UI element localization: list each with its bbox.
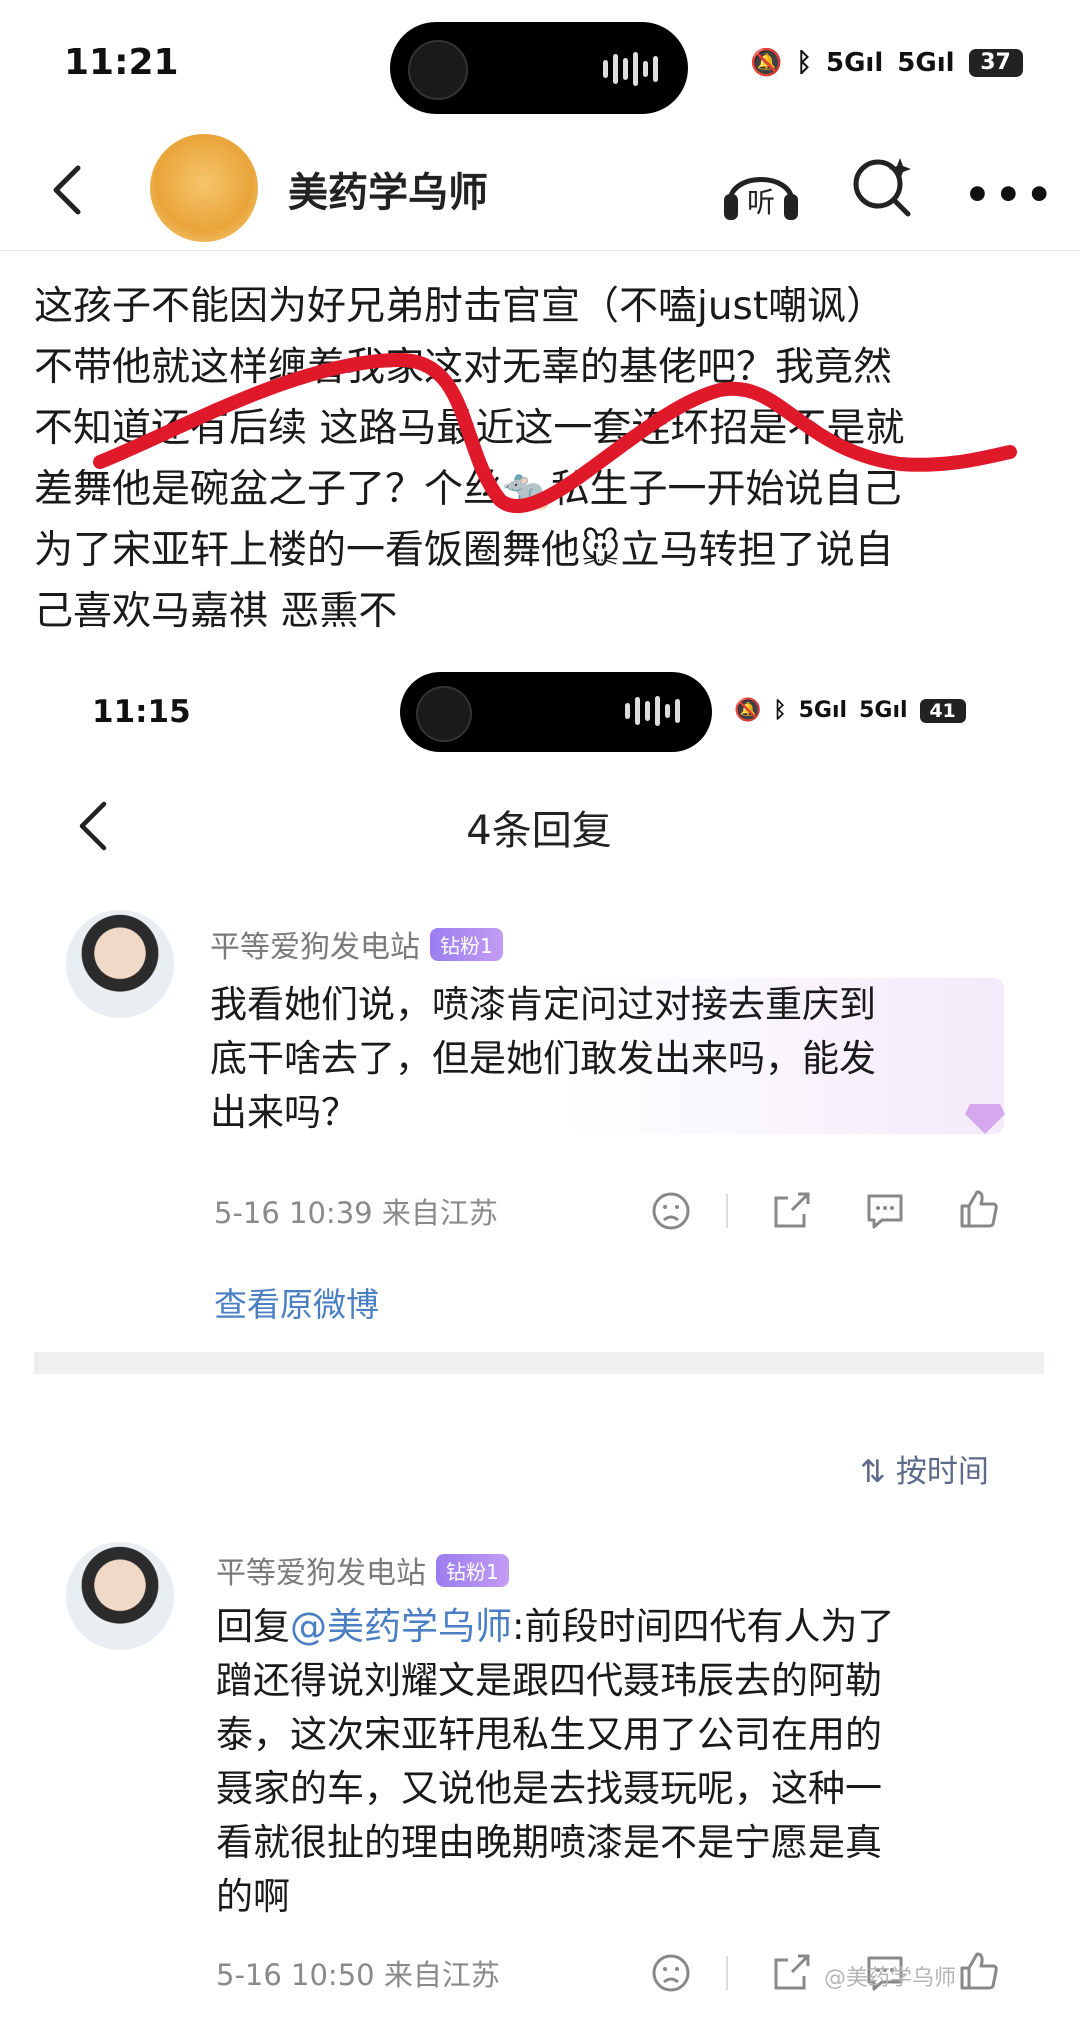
profile-avatar[interactable] bbox=[150, 134, 258, 242]
battery-icon: 37 bbox=[968, 49, 1023, 77]
status-time: 11:21 bbox=[64, 42, 179, 83]
inner-audio-wave-icon bbox=[625, 696, 680, 726]
sort-by-time-button[interactable]: ⇅ 按时间 bbox=[860, 1446, 989, 1491]
status-icons: 🔕 ᛒ 5Gıl 5Gıl 37 bbox=[750, 48, 1023, 78]
comment-line: 看就很扯的理由晚期喷漆是不是宁愿是真 bbox=[216, 1821, 882, 1864]
listen-icon[interactable]: 听 bbox=[720, 150, 802, 228]
like-thumb-icon[interactable] bbox=[958, 1950, 1000, 1992]
post-body: 这孩子不能因为好兄弟肘击官宣（不嗑just嘲讽） 不带他就这样缠着我家这对无辜的… bbox=[34, 276, 1044, 642]
comment-line: 回复@美药学乌师:前段时间四代有人为了 bbox=[216, 1600, 1016, 1654]
inner-signal-icon-1: 5Gıl bbox=[798, 698, 848, 723]
dislike-face-icon[interactable] bbox=[650, 1952, 692, 1994]
mute-icon: 🔕 bbox=[750, 48, 783, 78]
commenter-avatar[interactable] bbox=[66, 910, 174, 1018]
comment-header: 平等爱狗发电站 钻粉1 bbox=[210, 922, 503, 966]
comment-text: 回复@美药学乌师:前段时间四代有人为了 蹭还得说刘耀文是跟四代聂玮辰去的阿勒 泰… bbox=[216, 1600, 1016, 1924]
view-original-link[interactable]: 查看原微博 bbox=[214, 1278, 379, 1326]
comment-line: 泰，这次宋亚轩甩私生又用了公司在用的 bbox=[216, 1713, 882, 1756]
inner-mute-icon: 🔕 bbox=[734, 698, 762, 723]
watermark: @美药学乌师 bbox=[824, 1966, 957, 1991]
commenter-name[interactable]: 平等爱狗发电站 bbox=[210, 930, 420, 965]
inner-music-disc-icon bbox=[416, 686, 472, 742]
embedded-screenshot: 11:15 🔕 ᛒ 5Gıl 5Gıl 41 4条回复 平等爱狗发电站 钻粉1 我… bbox=[34, 660, 1044, 2042]
back-arrow-icon[interactable] bbox=[40, 160, 100, 220]
replies-title: 4条回复 bbox=[466, 808, 612, 854]
fan-badge: 钻粉1 bbox=[436, 1554, 509, 1587]
sort-icon: ⇅ bbox=[860, 1454, 886, 1490]
bluetooth-icon: ᛒ bbox=[796, 48, 812, 78]
comment-header: 平等爱狗发电站 钻粉1 bbox=[216, 1548, 509, 1592]
comment-line: 底干啥去了，但是她们敢发出来吗，能发 bbox=[210, 1037, 876, 1080]
inner-status-icons: 🔕 ᛒ 5Gıl 5Gıl 41 bbox=[734, 698, 966, 723]
dynamic-island bbox=[390, 22, 688, 114]
listen-label: 听 bbox=[747, 186, 775, 219]
comment-line: 我看她们说，喷漆肯定问过对接去重庆到 bbox=[210, 983, 876, 1026]
music-disc-icon bbox=[408, 40, 468, 100]
comment-text: 我看她们说，喷漆肯定问过对接去重庆到 底干啥去了，但是她们敢发出来吗，能发 出来… bbox=[210, 978, 990, 1140]
profile-header: 美药学乌师 听 ••• bbox=[0, 130, 1080, 251]
post-line: 差舞他是碗盆之子了？个丝🐀私生子一开始说自己 bbox=[34, 467, 902, 512]
inner-bluetooth-icon: ᛒ bbox=[773, 698, 787, 723]
search-icon[interactable] bbox=[848, 152, 918, 222]
comment-line: 出来吗？ bbox=[210, 1091, 358, 1134]
like-thumb-icon[interactable] bbox=[958, 1188, 1000, 1230]
fan-badge: 钻粉1 bbox=[430, 928, 503, 961]
share-icon[interactable] bbox=[770, 1952, 812, 1994]
mention-link[interactable]: @美药学乌师 bbox=[290, 1605, 512, 1648]
post-line: 为了宋亚轩上楼的一看饭圈舞他🐭立马转担了说自 bbox=[34, 528, 894, 573]
comment-line: 聂家的车，又说他是去找聂玩呢，这种一 bbox=[216, 1767, 882, 1810]
action-divider bbox=[726, 1194, 728, 1228]
comment-line: 蹭还得说刘耀文是跟四代聂玮辰去的阿勒 bbox=[216, 1659, 882, 1702]
share-icon[interactable] bbox=[770, 1190, 812, 1232]
commenter-name[interactable]: 平等爱狗发电站 bbox=[216, 1556, 426, 1591]
commenter-avatar[interactable] bbox=[66, 1542, 174, 1650]
post-line: 不带他就这样缠着我家这对无辜的基佬吧？我竟然 bbox=[34, 345, 893, 390]
diamond-icon bbox=[965, 1104, 1005, 1134]
more-options-icon[interactable]: ••• bbox=[964, 170, 1057, 219]
status-bar: 11:21 🔕 ᛒ 5Gıl 5Gıl 37 bbox=[0, 0, 1080, 130]
sort-label: 按时间 bbox=[895, 1454, 989, 1490]
inner-dynamic-island bbox=[400, 672, 712, 752]
reply-prefix: 回复 bbox=[216, 1605, 290, 1648]
comment-line-rest: :前段时间四代有人为了 bbox=[512, 1605, 895, 1648]
comment-meta: 5-16 10:39 来自江苏 bbox=[214, 1196, 498, 1230]
inner-battery-icon: 41 bbox=[919, 698, 966, 723]
audio-wave-icon bbox=[603, 52, 658, 86]
signal-icon-2: 5Gıl bbox=[897, 48, 955, 78]
dislike-face-icon[interactable] bbox=[650, 1190, 692, 1232]
comment-icon[interactable] bbox=[864, 1190, 906, 1232]
action-divider bbox=[726, 1956, 728, 1990]
signal-icon-1: 5Gıl bbox=[825, 48, 884, 78]
comment-meta: 5-16 10:50 来自江苏 bbox=[216, 1958, 500, 1992]
post-line: 不知道还有后续 这路马最近这一套连环招是不是就 bbox=[34, 406, 905, 451]
post-line: 己喜欢马嘉祺 恶熏不 bbox=[34, 589, 398, 634]
profile-title: 美药学乌师 bbox=[288, 170, 488, 216]
post-line: 这孩子不能因为好兄弟肘击官宣（不嗑just嘲讽） bbox=[34, 284, 886, 329]
inner-status-time: 11:15 bbox=[92, 694, 191, 730]
section-divider bbox=[34, 1352, 1044, 1374]
inner-signal-icon-2: 5Gıl bbox=[859, 698, 908, 723]
comment-line: 的啊 bbox=[216, 1875, 290, 1918]
